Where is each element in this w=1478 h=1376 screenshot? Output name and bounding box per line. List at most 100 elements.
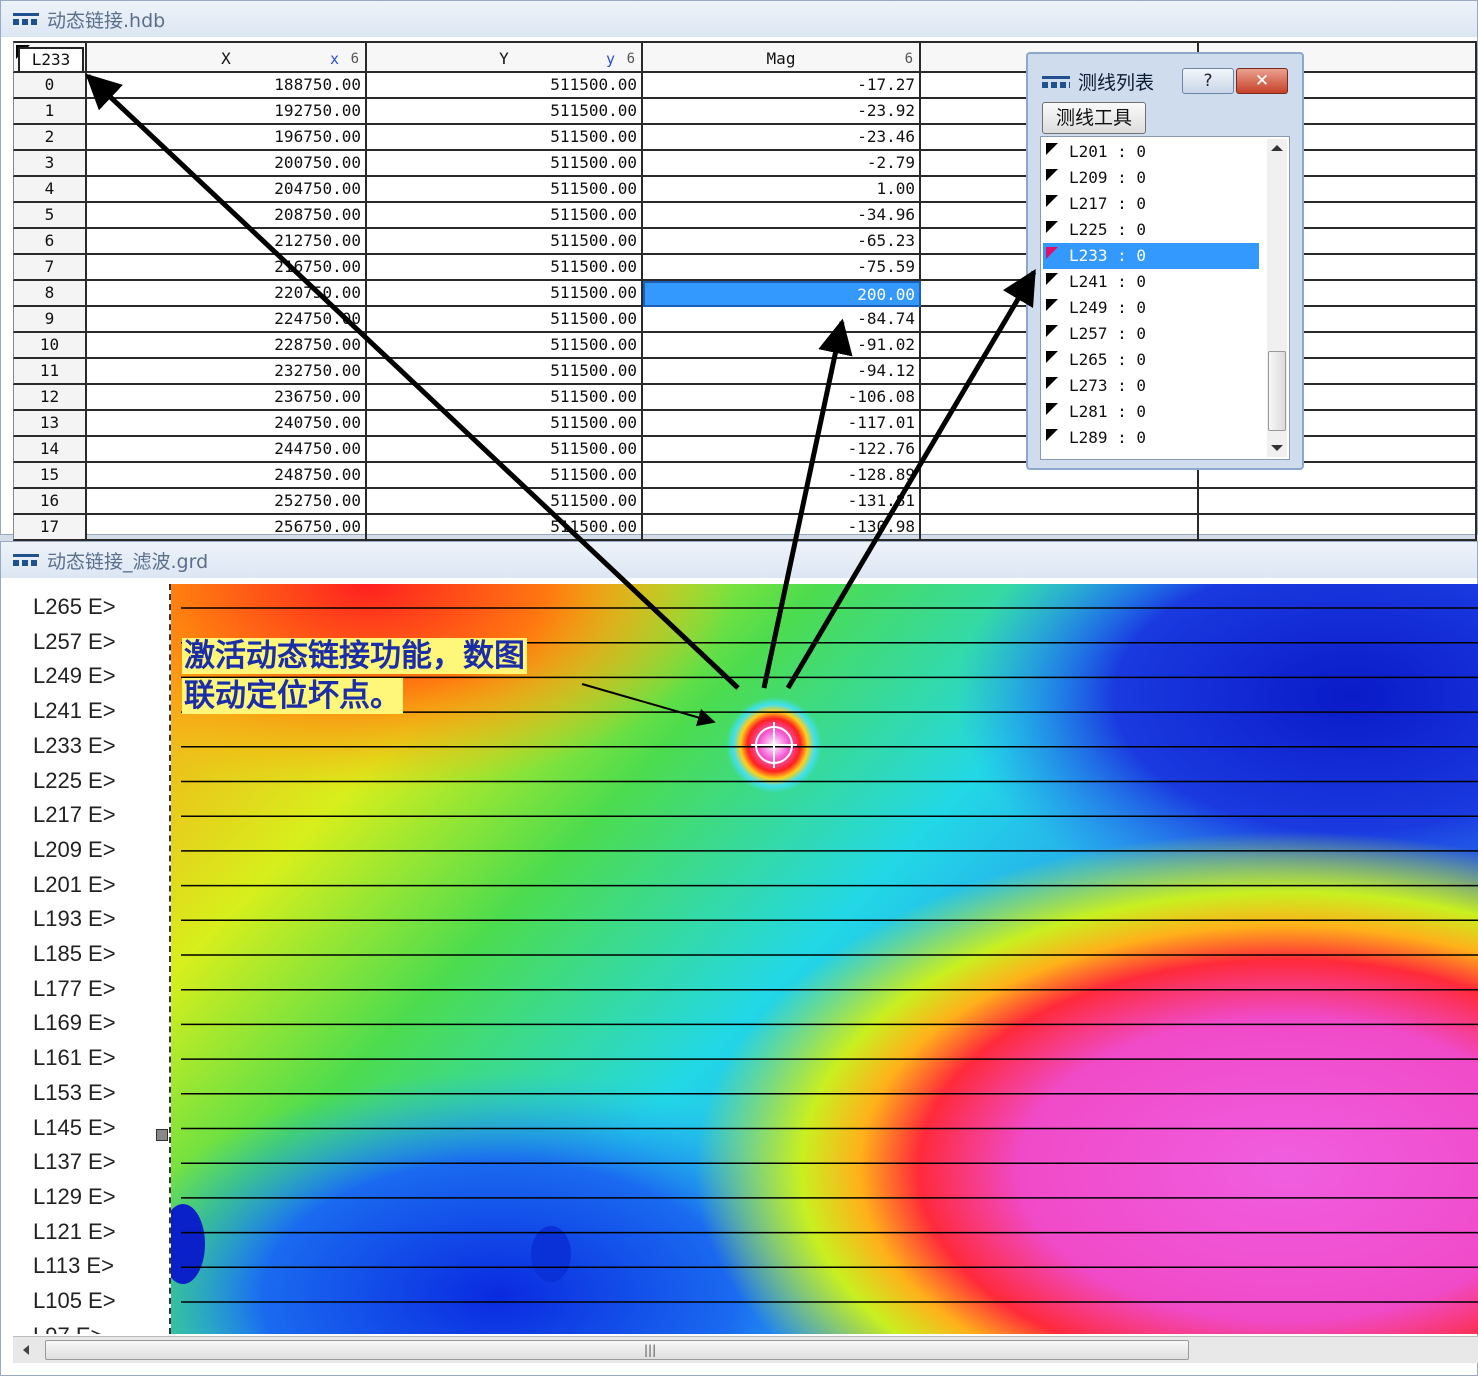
table-cell[interactable]: 212750.00 bbox=[87, 229, 367, 255]
line-list-item[interactable]: L273 : 0 bbox=[1043, 373, 1259, 399]
scroll-down-icon[interactable] bbox=[1271, 445, 1283, 451]
column-header[interactable]: Xx6 bbox=[87, 41, 367, 73]
row-header[interactable]: 9 bbox=[13, 307, 87, 333]
line-list-scrollbar[interactable] bbox=[1267, 139, 1287, 457]
help-button[interactable]: ? bbox=[1182, 68, 1234, 94]
table-cell[interactable] bbox=[1199, 515, 1477, 541]
table-cell[interactable]: 511500.00 bbox=[367, 177, 643, 203]
grd-titlebar[interactable]: 动态链接_滤波.grd bbox=[1, 542, 1477, 578]
table-cell[interactable]: 511500.00 bbox=[367, 463, 643, 489]
row-header[interactable]: 8 bbox=[13, 281, 87, 307]
table-cell[interactable]: 240750.00 bbox=[87, 411, 367, 437]
line-list-item[interactable]: L289 : 0 bbox=[1043, 425, 1259, 451]
table-cell[interactable]: 200750.00 bbox=[87, 151, 367, 177]
table-cell[interactable]: -131.81 bbox=[643, 489, 921, 515]
row-header[interactable]: 4 bbox=[13, 177, 87, 203]
table-cell[interactable]: 511500.00 bbox=[367, 307, 643, 333]
survey-line-label[interactable]: L185 E> bbox=[33, 941, 116, 967]
table-cell[interactable]: -106.08 bbox=[643, 385, 921, 411]
row-header[interactable]: 10 bbox=[13, 333, 87, 359]
line-list[interactable]: L201 : 0 L209 : 0 L217 : 0 L225 : 0 L233 : 0… bbox=[1040, 136, 1290, 460]
table-cell[interactable]: -75.59 bbox=[643, 255, 921, 281]
table-cell[interactable]: -91.02 bbox=[643, 333, 921, 359]
table-cell[interactable]: 511500.00 bbox=[367, 125, 643, 151]
column-header[interactable]: Mag 6 bbox=[643, 41, 921, 73]
line-list-item[interactable]: L209 : 0 bbox=[1043, 165, 1259, 191]
table-cell[interactable]: -94.12 bbox=[643, 359, 921, 385]
table-cell[interactable]: -23.46 bbox=[643, 125, 921, 151]
table-cell[interactable]: 236750.00 bbox=[87, 385, 367, 411]
survey-line-label[interactable]: L161 E> bbox=[33, 1045, 116, 1071]
survey-line-label[interactable]: L257 E> bbox=[33, 629, 116, 655]
row-header[interactable]: 0 bbox=[13, 73, 87, 99]
table-cell[interactable]: 224750.00 bbox=[87, 307, 367, 333]
table-cell[interactable]: -34.96 bbox=[643, 203, 921, 229]
row-header[interactable]: 13 bbox=[13, 411, 87, 437]
table-cell[interactable] bbox=[1199, 489, 1477, 515]
scroll-thumb[interactable]: ||| bbox=[45, 1340, 1189, 1360]
table-cell[interactable]: 511500.00 bbox=[367, 385, 643, 411]
row-header[interactable]: 6 bbox=[13, 229, 87, 255]
row-header[interactable]: 16 bbox=[13, 489, 87, 515]
close-button[interactable]: ✕ bbox=[1236, 68, 1288, 94]
table-cell[interactable] bbox=[921, 489, 1199, 515]
table-cell[interactable]: 511500.00 bbox=[367, 73, 643, 99]
line-list-item[interactable]: L233 : 0 bbox=[1043, 243, 1259, 269]
table-cell[interactable]: 188750.00 bbox=[87, 73, 367, 99]
line-list-item[interactable]: L225 : 0 bbox=[1043, 217, 1259, 243]
survey-line-label[interactable]: L113 E> bbox=[33, 1253, 114, 1279]
survey-line-label[interactable]: L265 E> bbox=[33, 594, 116, 620]
table-cell[interactable]: 192750.00 bbox=[87, 99, 367, 125]
line-list-item[interactable]: L201 : 0 bbox=[1043, 139, 1259, 165]
hdb-titlebar[interactable]: 动态链接.hdb bbox=[1, 1, 1477, 37]
survey-line-label[interactable]: L217 E> bbox=[33, 802, 116, 828]
table-cell[interactable]: 511500.00 bbox=[367, 333, 643, 359]
survey-line-label[interactable]: L249 E> bbox=[33, 663, 116, 689]
scroll-left-icon[interactable] bbox=[23, 1345, 29, 1355]
table-cell[interactable]: 1.00 bbox=[643, 177, 921, 203]
row-header[interactable]: 15 bbox=[13, 463, 87, 489]
survey-line-label[interactable]: L105 E> bbox=[33, 1288, 116, 1314]
table-cell[interactable] bbox=[921, 515, 1199, 541]
survey-line-label[interactable]: L201 E> bbox=[33, 872, 116, 898]
table-cell[interactable]: -2.79 bbox=[643, 151, 921, 177]
row-header[interactable]: 7 bbox=[13, 255, 87, 281]
table-cell[interactable]: 511500.00 bbox=[367, 515, 643, 541]
row-header[interactable]: 3 bbox=[13, 151, 87, 177]
survey-line-label[interactable]: L121 E> bbox=[33, 1219, 116, 1245]
row-header[interactable]: 1 bbox=[13, 99, 87, 125]
survey-line-label[interactable]: L241 E> bbox=[33, 698, 116, 724]
table-cell[interactable]: 511500.00 bbox=[367, 489, 643, 515]
table-cell[interactable]: -128.89 bbox=[643, 463, 921, 489]
table-cell[interactable]: 220750.00 bbox=[87, 281, 367, 307]
line-tools-button[interactable]: 测线工具 bbox=[1042, 102, 1146, 134]
row-header[interactable]: 14 bbox=[13, 437, 87, 463]
survey-line-label[interactable]: L193 E> bbox=[33, 906, 116, 932]
dialog-titlebar[interactable]: 测线列表 bbox=[1042, 68, 1154, 95]
survey-line-label[interactable]: L97 E> bbox=[33, 1323, 103, 1334]
table-cell[interactable]: 511500.00 bbox=[367, 255, 643, 281]
table-cell[interactable]: -122.76 bbox=[643, 437, 921, 463]
table-cell[interactable]: 256750.00 bbox=[87, 515, 367, 541]
table-cell[interactable]: 204750.00 bbox=[87, 177, 367, 203]
row-header[interactable]: 11 bbox=[13, 359, 87, 385]
row-header[interactable]: 12 bbox=[13, 385, 87, 411]
table-cell[interactable]: 511500.00 bbox=[367, 437, 643, 463]
line-list-item[interactable]: L217 : 0 bbox=[1043, 191, 1259, 217]
table-cell[interactable]: 511500.00 bbox=[367, 411, 643, 437]
table-cell[interactable]: 216750.00 bbox=[87, 255, 367, 281]
row-header[interactable]: 2 bbox=[13, 125, 87, 151]
table-cell[interactable]: -84.74 bbox=[643, 307, 921, 333]
table-cell[interactable]: 248750.00 bbox=[87, 463, 367, 489]
table-cell[interactable]: 511500.00 bbox=[367, 151, 643, 177]
table-cell[interactable]: 511500.00 bbox=[367, 203, 643, 229]
line-list-item[interactable]: L241 : 0 bbox=[1043, 269, 1259, 295]
survey-line-label[interactable]: L209 E> bbox=[33, 837, 116, 863]
column-header[interactable]: Yy6 bbox=[367, 41, 643, 73]
table-cell[interactable]: 232750.00 bbox=[87, 359, 367, 385]
survey-line-label[interactable]: L177 E> bbox=[33, 976, 116, 1002]
line-list-item[interactable]: L281 : 0 bbox=[1043, 399, 1259, 425]
table-cell[interactable]: 511500.00 bbox=[367, 99, 643, 125]
survey-line-label[interactable]: L233 E> bbox=[33, 733, 116, 759]
resize-handle[interactable] bbox=[156, 1129, 168, 1141]
